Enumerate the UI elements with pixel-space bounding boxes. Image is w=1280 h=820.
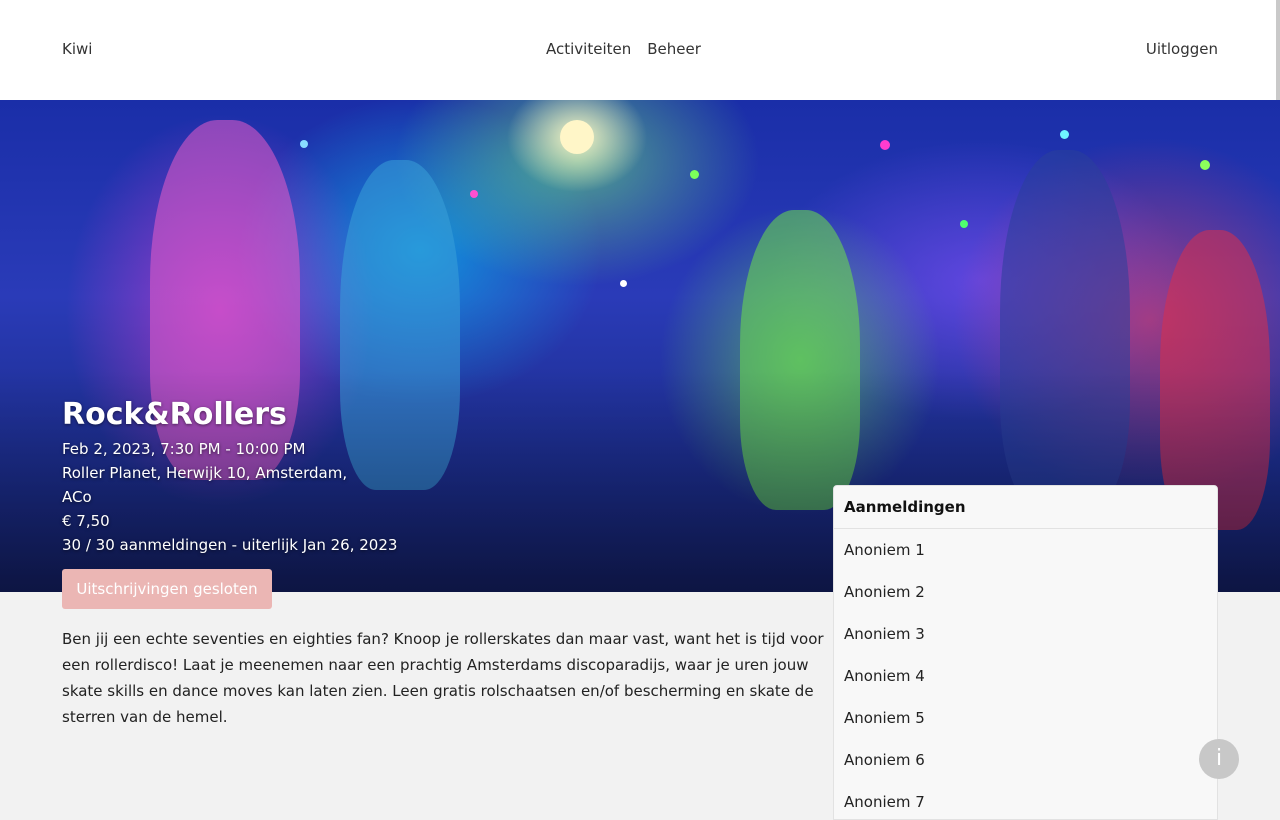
registrations-panel: Aanmeldingen Anoniem 1 Anoniem 2 Anoniem… [833,485,1218,820]
registration-item: Anoniem 4 [844,667,925,685]
registrations-list: Anoniem 1 Anoniem 2 Anoniem 3 Anoniem 4 … [834,529,1217,819]
main-nav: Activiteiten Beheer [546,40,701,58]
registration-item: Anoniem 3 [844,625,925,643]
registration-item: Anoniem 2 [844,583,925,601]
nav-activiteiten[interactable]: Activiteiten [546,40,631,58]
event-description: Ben jij een echte seventies en eighties … [62,630,824,726]
event-registrations: 30 / 30 aanmeldingen - uiterlijk Jan 26,… [62,536,398,554]
logout-link[interactable]: Uitloggen [1146,40,1218,58]
registration-item: Anoniem 6 [844,751,925,769]
registrations-panel-title: Aanmeldingen [834,486,1217,529]
registration-item: Anoniem 5 [844,709,925,727]
registration-item: Anoniem 7 [844,793,925,811]
unsubscribe-closed-button[interactable]: Uitschrijvingen gesloten [62,569,272,609]
event-price: € 7,50 [62,512,110,530]
event-organizer: ACo [62,488,92,506]
registration-item: Anoniem 1 [844,541,925,559]
event-datetime: Feb 2, 2023, 7:30 PM - 10:00 PM [62,440,306,458]
top-navbar: Kiwi Activiteiten Beheer Uitloggen [0,0,1280,100]
info-button[interactable]: i [1199,739,1239,779]
event-location: Roller Planet, Herwijk 10, Amsterdam, [62,464,348,482]
event-title: Rock&Rollers [62,397,287,432]
nav-beheer[interactable]: Beheer [647,40,701,58]
brand-link[interactable]: Kiwi [62,40,92,58]
